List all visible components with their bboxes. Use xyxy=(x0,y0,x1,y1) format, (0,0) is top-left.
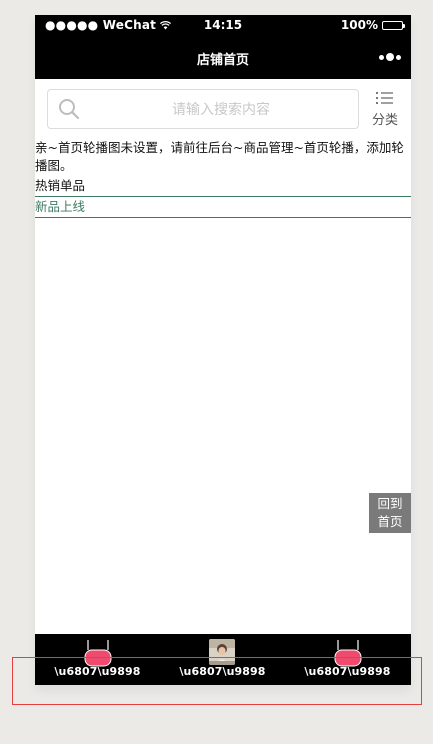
tab-label-2: \u6807\u9898 xyxy=(179,665,266,678)
nav-bar: 店铺首页 xyxy=(35,37,411,79)
search-input[interactable] xyxy=(88,90,354,130)
battery-indicator: 100% xyxy=(340,18,405,32)
hot-products-section: 热销单品 xyxy=(35,178,86,193)
category-button[interactable]: 分类 xyxy=(365,89,405,129)
back-to-home-button[interactable]: 回到 首页 xyxy=(369,493,411,533)
battery-percent: 100% xyxy=(340,18,378,32)
category-label: 分类 xyxy=(371,113,398,128)
battery-icon xyxy=(382,20,405,30)
phone-frame: ●●●●● WeChat 14:15 100% 店铺首页 请输入搜索内容 分类 … xyxy=(35,15,411,685)
tab-item-1[interactable]: \u6807\u9898 xyxy=(35,634,160,685)
back-to-home-line2: 首页 xyxy=(377,514,403,529)
tab-label-1: \u6807\u9898 xyxy=(54,665,141,678)
new-products-section: 新品上线 xyxy=(35,196,411,218)
pill-icon xyxy=(334,640,362,667)
status-bar: ●●●●● WeChat 14:15 100% xyxy=(35,15,411,37)
list-icon xyxy=(376,92,393,104)
more-options-icon[interactable] xyxy=(379,53,401,61)
search-box[interactable] xyxy=(47,89,359,130)
search-icon xyxy=(59,99,80,120)
tab-item-2[interactable]: \u6807\u9898 xyxy=(160,634,285,685)
tab-item-3[interactable]: \u6807\u9898 xyxy=(285,634,410,685)
page-title: 店铺首页 xyxy=(196,53,249,68)
photo-thumbnail-icon xyxy=(209,639,235,665)
tab-bar: \u6807\u9898 \u6807\u9898 \u6807\u9898 xyxy=(35,634,411,685)
banner-notice: 亲~首页轮播图未设置，请前往后台~商品管理~首页轮播，添加轮播图。 xyxy=(35,140,404,173)
pill-icon xyxy=(84,640,112,667)
back-to-home-line1: 回到 xyxy=(377,496,403,511)
tab-label-3: \u6807\u9898 xyxy=(304,665,391,678)
